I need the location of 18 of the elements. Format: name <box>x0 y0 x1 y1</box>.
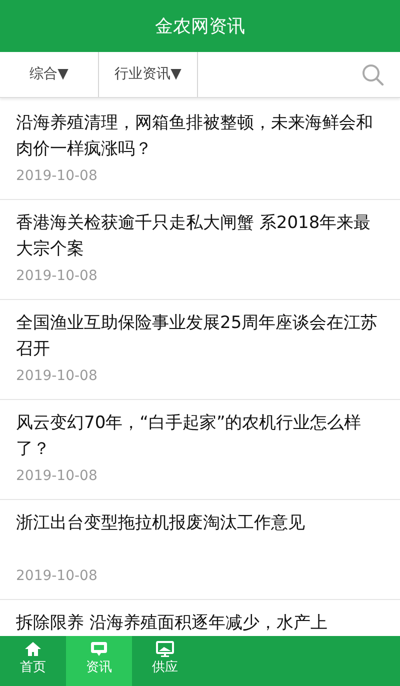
article-date: 2019-10-08 <box>16 367 98 386</box>
article-title[interactable]: 风云变幻70年，“白手起家”的农机行业怎么样了？ <box>16 410 384 464</box>
filter-dropdown[interactable]: 综合▼ <box>0 52 99 97</box>
monitor-icon <box>155 640 175 658</box>
article-date: 2019-10-08 <box>16 467 98 486</box>
search-icon[interactable] <box>362 64 384 86</box>
header-title: 金农网资讯 <box>155 14 245 38</box>
filter-dropdown[interactable]: 行业资讯▼ <box>99 52 198 97</box>
article-title[interactable]: 拆除限养 沿海养殖面积逐年减少，水产上 <box>16 610 384 636</box>
article-date: 2019-10-08 <box>16 167 98 186</box>
chat-icon <box>89 640 109 658</box>
article-title[interactable]: 全国渔业互助保险事业发展25周年座谈会在江苏召开 <box>16 310 384 364</box>
article-title[interactable]: 沿海养殖清理，网箱鱼排被整顿，未来海鲜会和肉价一样疯涨吗？ <box>16 110 384 164</box>
article-date: 2019-10-08 <box>16 267 98 286</box>
home-icon <box>23 640 43 658</box>
article-date: 2019-10-08 <box>16 567 98 586</box>
article-title[interactable]: 香港海关检获逾千只走私大闸蟹 系2018年来最大宗个案 <box>16 210 384 264</box>
article-title[interactable]: 浙江出台变型拖拉机报废淘汰工作意见 <box>16 510 384 564</box>
